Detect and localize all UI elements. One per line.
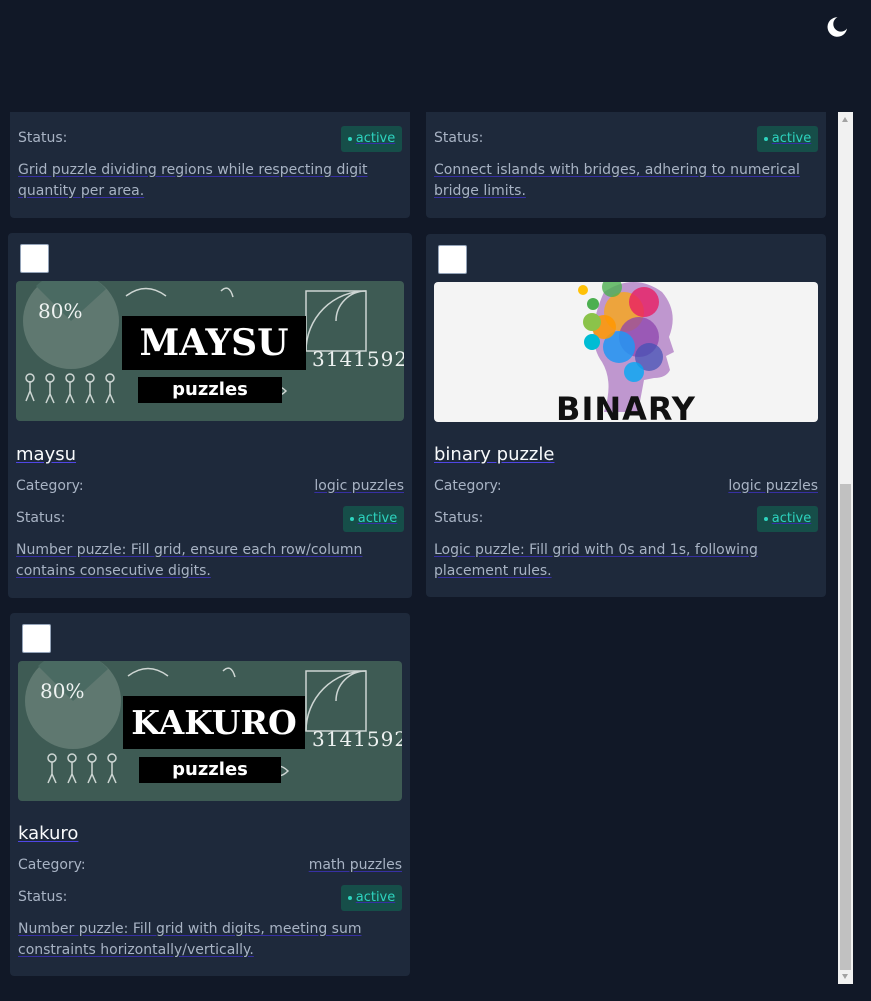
category-label: Category:	[16, 478, 84, 494]
puzzle-logo-title: BINARY	[556, 390, 696, 422]
puzzle-thumbnail-image: 80% 3141592 MAYSU puzzles	[16, 281, 404, 421]
category-label: Category:	[434, 478, 502, 494]
select-checkbox[interactable]	[22, 624, 51, 653]
status-badge: active	[343, 506, 404, 532]
moon-icon	[827, 17, 847, 37]
puzzle-thumbnail-image: BINARY	[434, 282, 818, 422]
status-badge: active	[341, 885, 402, 911]
chalk-pi-digits: 3141592	[312, 347, 404, 371]
status-label: Status:	[16, 510, 66, 526]
card-description: Grid puzzle dividing regions while respe…	[18, 162, 368, 199]
puzzle-card-partial-right[interactable]: Status: active Connect islands with brid…	[426, 112, 826, 218]
vertical-scrollbar[interactable]	[838, 112, 853, 984]
card-description: Number puzzle: Fill grid, ensure each ro…	[16, 542, 363, 579]
category-label: Category:	[18, 857, 86, 873]
puzzle-title[interactable]: maysu	[16, 444, 76, 465]
puzzle-title[interactable]: kakuro	[18, 823, 78, 844]
card-description: Logic puzzle: Fill grid with 0s and 1s, …	[434, 542, 758, 579]
status-dot-icon	[349, 516, 354, 521]
status-badge: active	[757, 506, 818, 532]
select-checkbox[interactable]	[438, 245, 467, 274]
status-dot-icon	[763, 136, 768, 141]
status-badge: active	[341, 126, 402, 152]
puzzle-logo-subtitle: puzzles	[138, 377, 282, 403]
puzzle-card-maysu[interactable]: 80% 3141592 MAYSU puzzles maysu Category…	[8, 233, 412, 598]
status-label: Status:	[18, 130, 68, 146]
status-label: Status:	[434, 130, 484, 146]
puzzle-title[interactable]: binary puzzle	[434, 444, 554, 465]
puzzle-card-binary-puzzle[interactable]: BINARY binary puzzle Category: logic puz…	[426, 234, 826, 597]
status-label: Status:	[18, 889, 68, 905]
dark-mode-toggle-button[interactable]	[824, 14, 850, 40]
category-value: logic puzzles	[728, 478, 818, 494]
status-dot-icon	[347, 895, 352, 900]
puzzle-logo-subtitle: puzzles	[139, 757, 281, 783]
card-grid-scroll-area[interactable]: Status: active Grid puzzle dividing regi…	[0, 112, 838, 984]
puzzle-card-kakuro[interactable]: 80% 3141592 KAKURO puzzles kakuro Catego…	[10, 613, 410, 976]
card-description: Connect islands with bridges, adhering t…	[434, 162, 800, 199]
status-dot-icon	[763, 516, 768, 521]
scroll-down-arrow-icon[interactable]	[842, 974, 848, 979]
puzzle-logo-title: KAKURO	[123, 696, 305, 749]
status-label: Status:	[434, 510, 484, 526]
puzzle-card-partial-left[interactable]: Status: active Grid puzzle dividing regi…	[10, 112, 410, 218]
card-description: Number puzzle: Fill grid with digits, me…	[18, 921, 362, 958]
scroll-up-arrow-icon[interactable]	[842, 117, 848, 122]
puzzle-logo-title: MAYSU	[122, 316, 306, 370]
chalk-percent: 80%	[38, 299, 83, 323]
status-dot-icon	[347, 136, 352, 141]
category-value: math puzzles	[308, 857, 402, 873]
select-checkbox[interactable]	[20, 244, 49, 273]
category-value: logic puzzles	[314, 478, 404, 494]
puzzle-thumbnail-image: 80% 3141592 KAKURO puzzles	[18, 661, 402, 801]
chalk-percent: 80%	[40, 679, 85, 703]
scrollbar-thumb[interactable]	[840, 484, 851, 970]
status-badge: active	[757, 126, 818, 152]
chalk-pi-digits: 3141592	[312, 727, 402, 751]
